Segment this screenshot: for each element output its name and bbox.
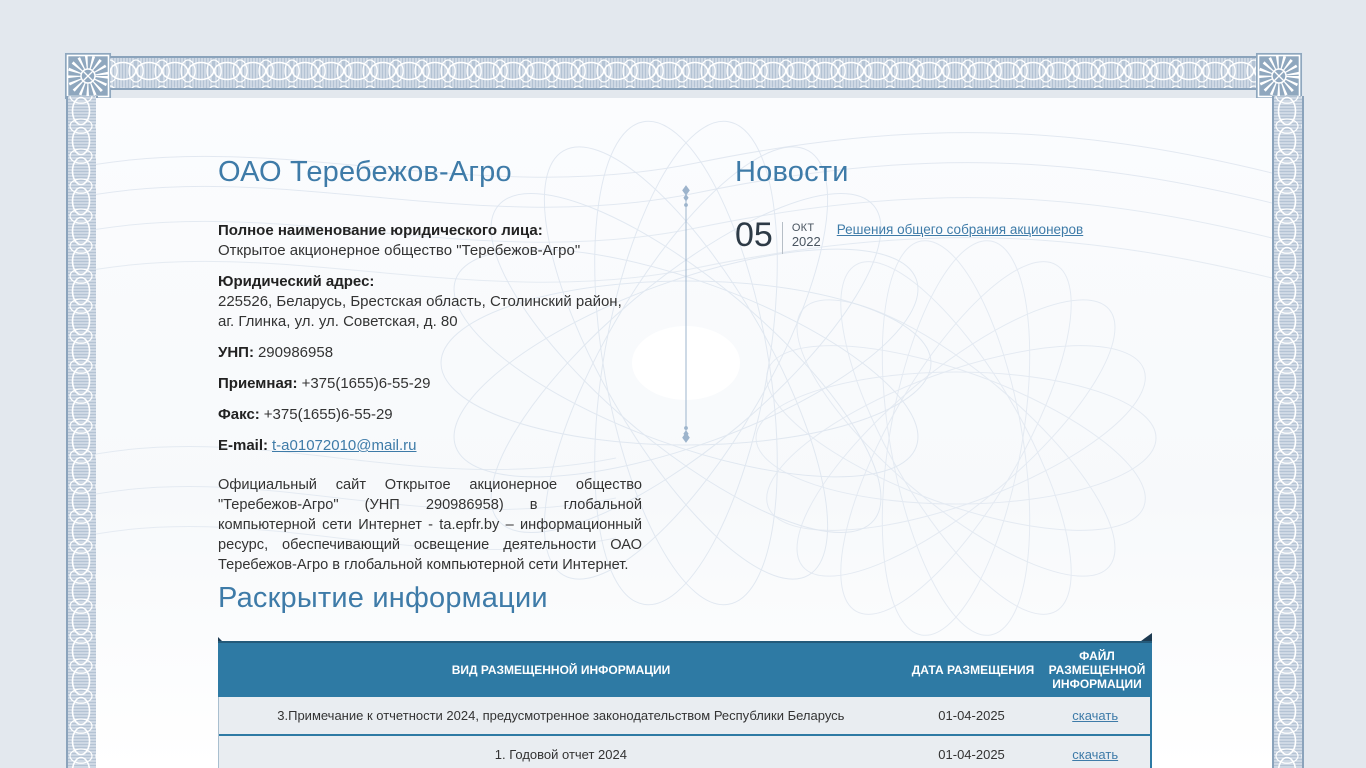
guilloche-left-border: [66, 96, 98, 768]
company-email: E-mail: t-a01072010@mail.ru: [218, 436, 642, 456]
company-address: Юридический адрес: 225526, Беларусь, Бре…: [218, 272, 642, 332]
reception-value: +375(1655)6-55-29: [301, 375, 431, 392]
cell-date: 01-04-2025: [938, 707, 1005, 723]
table-header-row: ВИД РАЗМЕЩЕННОЙ ИНФОРМАЦИИ ДАТА РАЗМЕЩЕН…: [218, 641, 1152, 697]
company-title: ОАО Теребежов-Агро: [218, 156, 512, 188]
news-date-divider: [781, 222, 783, 254]
news-section: Новости 05 окт 2022 Решения общего собра…: [735, 156, 1165, 254]
guilloche-top-border: [110, 56, 1256, 90]
company-fax: Факс: +375(1655)6-55-29: [218, 405, 642, 425]
company-reception-phone: Приемная: +375(1655)6-55-29: [218, 374, 642, 394]
table-row: 1. Годовой отчет 2024 01-04-2025 скачать: [219, 736, 1150, 768]
news-day: 05: [735, 216, 773, 254]
page-root: ОАО Теребежов-Агро Полное наименование ю…: [0, 0, 1366, 768]
fax-label: Факс:: [218, 406, 260, 423]
cell-info-type: 1. Годовой отчет 2024: [494, 746, 627, 762]
reception-label: Приемная:: [218, 375, 298, 392]
table-row: 3.Примечание к отчетности 2024, предусмо…: [219, 697, 1150, 736]
column-header-type: ВИД РАЗМЕЩЕННОЙ ИНФОРМАЦИИ: [451, 663, 671, 677]
company-info-section: ОАО Теребежов-Агро Полное наименование ю…: [218, 156, 642, 590]
page-body: ОАО Теребежов-Агро Полное наименование ю…: [96, 98, 1272, 768]
email-link[interactable]: t-a01072010@mail.ru: [272, 437, 416, 454]
unp-label: УНП:: [218, 344, 254, 361]
email-label: E-mail:: [218, 437, 269, 454]
full-name-label: Полное наименование юридического лица:: [218, 222, 543, 239]
address-value: 225526, Беларусь, Брестская область, Сто…: [218, 293, 622, 330]
news-list: 05 окт 2022 Решения общего собрания акци…: [735, 216, 1165, 254]
news-item: 05 окт 2022 Решения общего собрания акци…: [735, 216, 1165, 254]
company-full-name: Полное наименование юридического лица: О…: [218, 221, 642, 261]
disclosure-section: Раскрытие информации ВИД РАЗМЕЩЕННОЙ ИНФ…: [218, 582, 1152, 768]
news-year: 2022: [791, 234, 821, 249]
company-about-paragraph: Официальный сайт Открытое акционерное об…: [218, 477, 642, 573]
cell-info-type: 3.Примечание к отчетности 2024, предусмо…: [277, 707, 845, 723]
guilloche-right-border: [1272, 96, 1304, 768]
disclosure-title: Раскрытие информации: [218, 582, 548, 614]
download-link[interactable]: скачать: [1072, 747, 1118, 763]
guilloche-corner-icon: [1255, 52, 1303, 100]
company-unp: УНП: 290986958: [218, 343, 642, 363]
address-label: Юридический адрес:: [218, 273, 375, 290]
column-header-file: ФАЙЛ РАЗМЕЩЕННОЙ ИНФОРМАЦИИ: [1048, 649, 1146, 691]
table-body: 3.Примечание к отчетности 2024, предусмо…: [218, 697, 1152, 768]
unp-value: 290986958: [257, 344, 334, 361]
column-header-date: ДАТА РАЗМЕЩЕНИЯ: [911, 663, 1035, 677]
cell-date: 01-04-2025: [938, 746, 1005, 762]
full-name-value: Открытое акционерное общество "Теребежов…: [218, 242, 581, 259]
guilloche-corner-icon: [64, 52, 112, 100]
fax-value: +375(1655)6-55-29: [263, 406, 393, 423]
news-month: окт: [791, 222, 815, 234]
news-item-link[interactable]: Решения общего собрания акционеров: [837, 219, 1083, 237]
download-link[interactable]: скачать: [1072, 708, 1118, 724]
news-title: Новости: [735, 156, 849, 188]
disclosure-table: ВИД РАЗМЕЩЕННОЙ ИНФОРМАЦИИ ДАТА РАЗМЕЩЕН…: [218, 633, 1152, 768]
